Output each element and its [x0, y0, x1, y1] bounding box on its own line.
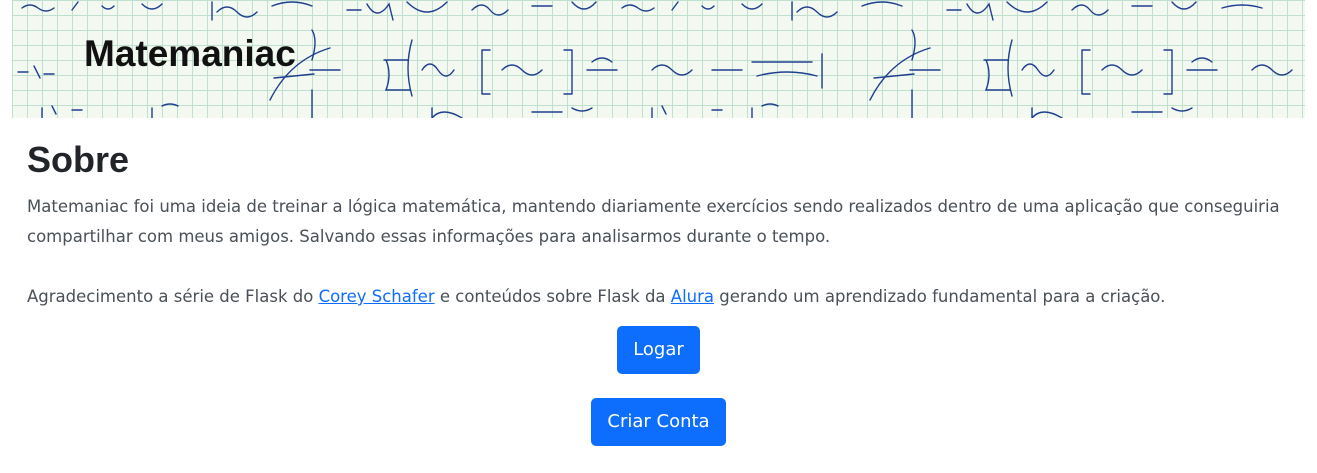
- corey-schafer-link[interactable]: Corey Schafer: [319, 287, 435, 306]
- acknowledgement-suffix: gerando um aprendizado fundamental para …: [714, 287, 1166, 306]
- login-button[interactable]: Logar: [617, 326, 700, 374]
- acknowledgement-prefix: Agradecimento a série de Flask do: [27, 287, 319, 306]
- acknowledgement-middle: e conteúdos sobre Flask da: [434, 287, 671, 306]
- about-section: Sobre Matemaniac foi uma ideia de treina…: [27, 132, 1297, 312]
- header-banner: Matemaniac: [12, 0, 1305, 118]
- about-paragraph: Matemaniac foi uma ideia de treinar a ló…: [27, 197, 1280, 246]
- signup-button[interactable]: Criar Conta: [591, 398, 726, 446]
- alura-link[interactable]: Alura: [671, 287, 714, 306]
- page-title: Sobre: [27, 139, 130, 180]
- auth-actions: Logar Criar Conta: [0, 326, 1317, 446]
- acknowledgement-paragraph: Agradecimento a série de Flask do Corey …: [27, 282, 1297, 312]
- brand-logo-text[interactable]: Matemaniac: [84, 33, 296, 75]
